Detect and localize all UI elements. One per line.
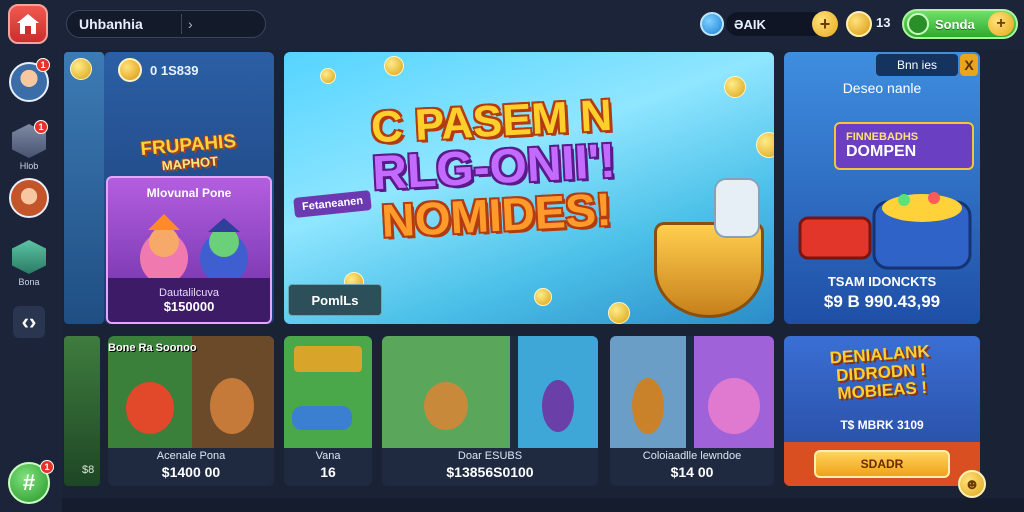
offer-subtitle: Deseo nanle bbox=[842, 80, 922, 96]
event-card-market[interactable]: 0 1S839 FRUPAHIS MAPHOT Mlovunal Pone Da… bbox=[104, 52, 274, 324]
grid-icon: # bbox=[22, 470, 36, 495]
event-counter: 0 1S839 bbox=[118, 58, 198, 82]
game-art bbox=[284, 336, 372, 448]
offer-card-dompen[interactable]: Bnn ies X Deseo nanle FINNEBADHS DOMPEN … bbox=[784, 52, 980, 324]
close-button[interactable]: X bbox=[960, 54, 978, 76]
game-card-title: Doar ESUBS bbox=[457, 450, 523, 462]
event-counter-value: 0 1S839 bbox=[150, 62, 199, 78]
sidebar-item-bonus[interactable]: Bona bbox=[6, 240, 52, 287]
notification-badge: 1 bbox=[40, 460, 54, 474]
special-offer-footer: SDADR bbox=[784, 442, 980, 486]
offer-sign-top: FINNEBADHS bbox=[846, 131, 919, 143]
game-card-label: Bone Ra Soonoo bbox=[108, 342, 197, 354]
offer-footer-price: $9 B 990.43,99 bbox=[823, 292, 941, 311]
hero-title: C PASEM N RLG-ONII'! NOMIDES! bbox=[321, 91, 668, 247]
gem-counter: ƏAIK bbox=[726, 12, 826, 36]
special-offer-value: T$ MBRK 3109 bbox=[840, 418, 924, 432]
promo-price: $150000 bbox=[163, 298, 215, 314]
peek-value: $8 bbox=[82, 464, 95, 476]
gem-icon bbox=[12, 240, 46, 274]
share-icon: ‹› bbox=[13, 306, 45, 338]
scroll-peek-card[interactable]: $8 bbox=[64, 336, 100, 486]
coin-icon bbox=[320, 68, 336, 84]
event-logo: FRUPAHIS MAPHOT bbox=[113, 130, 265, 178]
game-card[interactable]: Doar ESUBS $13856S0100 bbox=[382, 336, 598, 486]
coin-icon bbox=[846, 11, 872, 37]
chevron-right-icon[interactable]: › bbox=[182, 16, 193, 32]
coin-icon bbox=[534, 288, 552, 306]
promo-title: Mlovunal Pone bbox=[146, 186, 232, 200]
add-gems-button[interactable]: + bbox=[812, 11, 838, 37]
treasure-chest-illustration bbox=[798, 192, 972, 270]
coin-value: 13 bbox=[876, 15, 891, 30]
coin-icon bbox=[724, 76, 746, 98]
breadcrumb-label: Uhbanhia bbox=[79, 16, 143, 32]
sidebar-item-share[interactable]: ‹› bbox=[6, 306, 52, 338]
game-card-price: $13856S0100 bbox=[446, 464, 534, 480]
cash-icon bbox=[907, 13, 929, 35]
notification-badge: 1 bbox=[36, 58, 50, 72]
game-card-title: Coloiaadlle lewndoe bbox=[642, 450, 742, 462]
coin-icon bbox=[608, 302, 630, 324]
offer-footer-title: TSAM IDONCKTS bbox=[827, 274, 937, 289]
game-card-price: $14 00 bbox=[670, 464, 714, 480]
special-offer-title: DENIALANK DIDRODN ! MOBIEAS ! bbox=[794, 340, 967, 405]
currency-shop-label: Sonda bbox=[935, 16, 975, 32]
robot-mascot-illustration bbox=[714, 178, 760, 238]
promo-offer-card[interactable]: Mlovunal Pone Dautalilcuva $150000 bbox=[106, 176, 272, 324]
gem-icon bbox=[700, 12, 724, 36]
add-friend-button[interactable]: # 1 bbox=[8, 460, 54, 504]
currency-shop-button[interactable]: Sonda + bbox=[902, 9, 1018, 39]
characters-illustration bbox=[140, 214, 248, 284]
coin-icon bbox=[756, 132, 774, 158]
hero-play-button[interactable]: PomlLs bbox=[288, 284, 382, 316]
sidebar-item-club[interactable]: Hlob 1 bbox=[6, 120, 52, 171]
bottom-band bbox=[62, 498, 1024, 512]
home-icon bbox=[17, 14, 39, 34]
offer-sign-main: DOMPEN bbox=[846, 143, 917, 160]
game-card-title: Vana bbox=[315, 450, 341, 462]
special-offer-button[interactable]: SDADR bbox=[814, 450, 950, 478]
promo-footer: Dautalilcuva $150000 bbox=[108, 278, 270, 322]
game-card[interactable]: Acenale Pona $1400 00 bbox=[108, 336, 274, 486]
game-card-title: Acenale Pona bbox=[156, 450, 226, 462]
sidebar-item-label: Bona bbox=[18, 277, 40, 287]
offer-header: Bnn ies bbox=[876, 54, 958, 76]
promo-subtitle: Dautalilcuva bbox=[159, 286, 219, 299]
coin-icon bbox=[118, 58, 142, 82]
hero-banner[interactable]: C PASEM N RLG-ONII'! NOMIDES! Fetaneanen… bbox=[284, 52, 774, 324]
offer-sign: FINNEBADHS DOMPEN bbox=[834, 122, 974, 170]
coin-icon bbox=[70, 58, 92, 80]
game-card[interactable]: Vana 16 bbox=[284, 336, 372, 486]
game-art bbox=[610, 336, 774, 448]
game-art bbox=[382, 336, 598, 448]
plus-icon: + bbox=[988, 12, 1014, 36]
sidebar-item-label: Hlob bbox=[19, 161, 39, 171]
home-button[interactable] bbox=[8, 4, 48, 44]
notification-badge: 1 bbox=[34, 120, 48, 134]
game-card-price: $1400 00 bbox=[161, 464, 221, 480]
sidebar-item-profile[interactable]: 1 bbox=[6, 58, 52, 102]
game-card-price: 16 bbox=[320, 464, 336, 480]
breadcrumb[interactable]: Uhbanhia › bbox=[66, 10, 266, 38]
special-offer-card[interactable]: DENIALANK DIDRODN ! MOBIEAS ! T$ MBRK 31… bbox=[784, 336, 980, 486]
gem-value: ƏAIK bbox=[734, 16, 766, 32]
game-card[interactable]: Coloiaadlle lewndoe $14 00 bbox=[610, 336, 774, 486]
emoji-icon[interactable]: ☻ bbox=[958, 470, 986, 498]
scroll-peek-card[interactable] bbox=[64, 52, 104, 324]
sidebar-item-friend[interactable] bbox=[6, 178, 52, 218]
coin-icon bbox=[384, 56, 404, 76]
avatar bbox=[9, 178, 49, 218]
